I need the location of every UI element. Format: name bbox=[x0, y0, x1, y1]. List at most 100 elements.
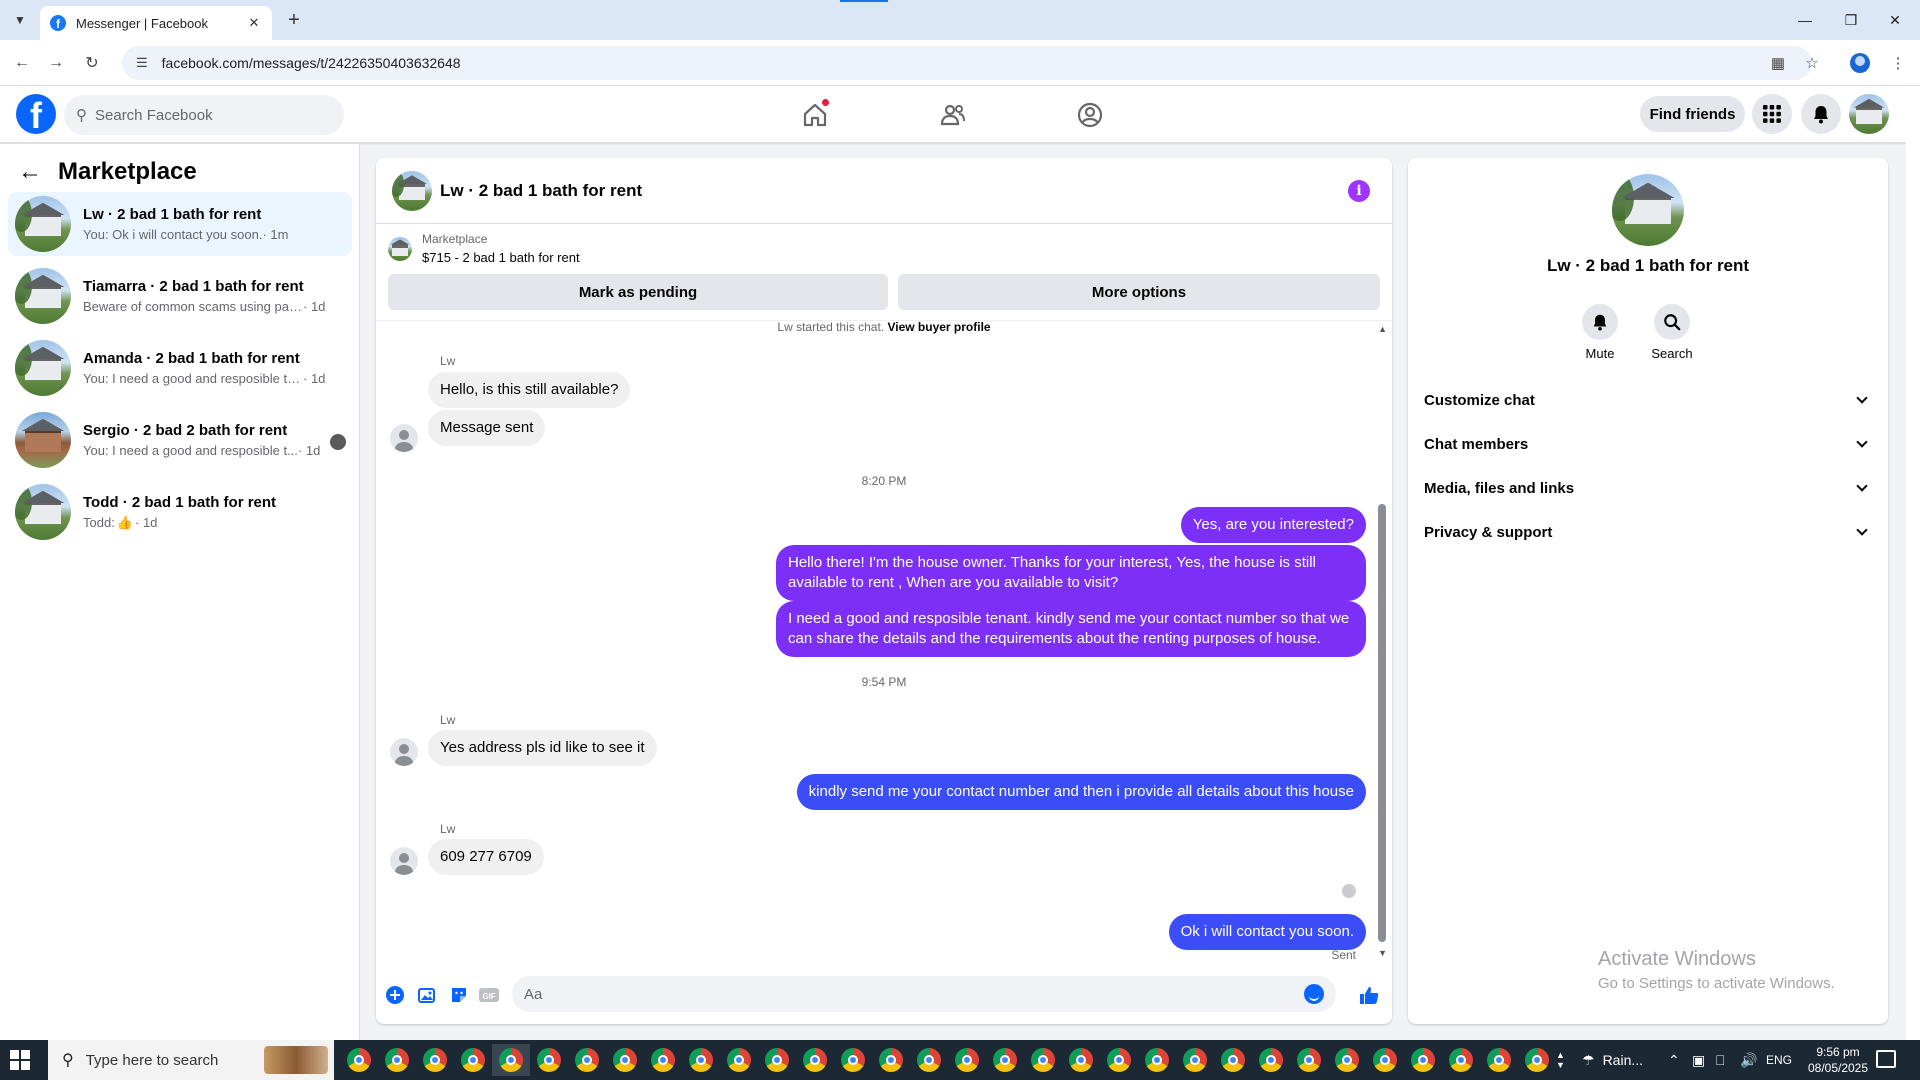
sender-avatar[interactable] bbox=[390, 847, 418, 875]
gif-icon[interactable]: GIF bbox=[478, 984, 500, 1006]
home-nav-icon[interactable] bbox=[798, 98, 832, 132]
chrome-taskbar-icon[interactable] bbox=[378, 1044, 416, 1076]
photo-icon[interactable] bbox=[416, 984, 438, 1006]
more-options-button[interactable]: More options bbox=[898, 274, 1380, 310]
browser-menu-icon[interactable]: ⋮ bbox=[1886, 51, 1910, 75]
tab-close-icon[interactable]: ✕ bbox=[246, 15, 262, 31]
friends-nav-icon[interactable] bbox=[936, 98, 970, 132]
profile-icon[interactable] bbox=[1848, 51, 1872, 75]
language-indicator[interactable]: ENG bbox=[1766, 1040, 1792, 1080]
chat-members-section[interactable]: Chat members bbox=[1424, 422, 1872, 466]
volume-icon[interactable]: 🔊 bbox=[1740, 1040, 1757, 1080]
info-icon[interactable]: i bbox=[1348, 180, 1370, 202]
conversation-item[interactable]: Tiamarra · 2 bad 1 bath for rent Beware … bbox=[8, 264, 352, 328]
chrome-taskbar-icon[interactable] bbox=[986, 1044, 1024, 1076]
chrome-taskbar-icon[interactable] bbox=[1062, 1044, 1100, 1076]
listing-thumbnail[interactable] bbox=[1612, 174, 1684, 246]
taskbar-search[interactable]: ⚲ Type here to search bbox=[48, 1040, 334, 1080]
scroll-down-arrow-icon[interactable]: ▼ bbox=[1378, 948, 1387, 958]
chrome-taskbar-icon[interactable] bbox=[1252, 1044, 1290, 1076]
scroll-up-arrow-icon[interactable]: ▲ bbox=[1378, 324, 1387, 334]
facebook-search[interactable]: ⚲ bbox=[64, 95, 344, 135]
windows-start-icon[interactable] bbox=[10, 1050, 30, 1070]
install-app-icon[interactable]: ▦ bbox=[1766, 51, 1790, 75]
conversation-item[interactable]: Todd · 2 bad 1 bath for rent Todd: 👍 · 1… bbox=[8, 480, 352, 544]
notifications-button[interactable] bbox=[1801, 94, 1841, 134]
sender-avatar[interactable] bbox=[390, 738, 418, 766]
chrome-taskbar-icon[interactable] bbox=[1480, 1044, 1518, 1076]
plus-icon[interactable] bbox=[384, 984, 406, 1006]
page-scrollbar[interactable] bbox=[1906, 86, 1920, 1040]
chrome-taskbar-icon[interactable] bbox=[1138, 1044, 1176, 1076]
thread-scrollbar[interactable] bbox=[1378, 504, 1386, 942]
account-avatar[interactable] bbox=[1849, 94, 1889, 134]
outgoing-message[interactable]: kindly send me your contact number and t… bbox=[796, 774, 1366, 810]
chrome-taskbar-icon[interactable] bbox=[1328, 1044, 1366, 1076]
chrome-taskbar-icon[interactable] bbox=[872, 1044, 910, 1076]
minimize-window-icon[interactable]: — bbox=[1790, 8, 1820, 32]
clock[interactable]: 9:56 pm 08/05/2025 bbox=[1802, 1044, 1874, 1076]
chrome-taskbar-icon[interactable] bbox=[416, 1044, 454, 1076]
chrome-taskbar-icon[interactable] bbox=[340, 1044, 378, 1076]
conversation-item[interactable]: Amanda · 2 bad 1 bath for rent You: I ne… bbox=[8, 336, 352, 400]
search-in-conversation-button[interactable]: Search bbox=[1642, 304, 1702, 361]
browser-tab[interactable]: f Messenger | Facebook ✕ bbox=[40, 6, 272, 40]
tab-search-icon[interactable]: ▼ bbox=[8, 9, 32, 31]
chrome-taskbar-icon[interactable] bbox=[1290, 1044, 1328, 1076]
meet-now-icon[interactable]: ▣ bbox=[1692, 1040, 1705, 1080]
site-info-icon[interactable]: ☰ bbox=[136, 55, 148, 71]
back-arrow-icon[interactable]: ← bbox=[18, 158, 42, 186]
chrome-taskbar-icon[interactable] bbox=[910, 1044, 948, 1076]
chrome-taskbar-icon[interactable] bbox=[948, 1044, 986, 1076]
sender-avatar[interactable] bbox=[390, 424, 418, 452]
chrome-taskbar-icon[interactable] bbox=[796, 1044, 834, 1076]
outgoing-message[interactable]: Yes, are you interested? bbox=[1180, 507, 1366, 543]
chrome-taskbar-icon[interactable] bbox=[568, 1044, 606, 1076]
facebook-logo[interactable]: f bbox=[16, 94, 56, 134]
sticker-icon[interactable] bbox=[448, 984, 470, 1006]
conversation-item[interactable]: Sergio · 2 bad 2 bath for rent You: I ne… bbox=[8, 408, 352, 472]
facebook-search-input[interactable] bbox=[95, 106, 315, 124]
chrome-taskbar-icon[interactable] bbox=[834, 1044, 872, 1076]
close-window-icon[interactable]: ✕ bbox=[1880, 8, 1910, 32]
tray-scroll-icon[interactable]: ▲ ▼ bbox=[1556, 1040, 1565, 1080]
mark-as-pending-button[interactable]: Mark as pending bbox=[388, 274, 888, 310]
view-buyer-profile-link[interactable]: View buyer profile bbox=[887, 320, 990, 334]
incoming-message[interactable]: Yes address pls id like to see it bbox=[428, 730, 657, 766]
message-input[interactable] bbox=[524, 985, 1284, 1003]
outgoing-message[interactable]: I need a good and resposible tenant. kin… bbox=[776, 601, 1366, 657]
chrome-taskbar-icon[interactable] bbox=[1404, 1044, 1442, 1076]
media-files-links-section[interactable]: Media, files and links bbox=[1424, 466, 1872, 510]
restore-window-icon[interactable]: ❐ bbox=[1836, 8, 1866, 32]
privacy-support-section[interactable]: Privacy & support bbox=[1424, 510, 1872, 554]
chrome-taskbar-icon[interactable] bbox=[606, 1044, 644, 1076]
groups-nav-icon[interactable] bbox=[1073, 98, 1107, 132]
forward-icon[interactable]: → bbox=[44, 51, 68, 75]
emoji-icon[interactable] bbox=[1304, 984, 1324, 1004]
chrome-taskbar-icon[interactable] bbox=[1442, 1044, 1480, 1076]
listing-summary[interactable]: Marketplace $715 - 2 bad 1 bath for rent bbox=[388, 232, 580, 265]
conversation-item[interactable]: Lw · 2 bad 1 bath for rent You: Ok i wil… bbox=[8, 192, 352, 256]
chat-thumbnail[interactable] bbox=[392, 170, 432, 211]
chrome-taskbar-icon[interactable] bbox=[1024, 1044, 1062, 1076]
chrome-taskbar-icon[interactable] bbox=[720, 1044, 758, 1076]
notification-center-icon[interactable] bbox=[1876, 1050, 1896, 1068]
reload-icon[interactable]: ↻ bbox=[80, 51, 104, 75]
back-icon[interactable]: ← bbox=[10, 51, 34, 75]
chrome-taskbar-icon[interactable] bbox=[1518, 1044, 1556, 1076]
show-hidden-icons[interactable]: ⌃ bbox=[1668, 1040, 1680, 1080]
chrome-taskbar-icon[interactable] bbox=[454, 1044, 492, 1076]
mute-button[interactable]: Mute bbox=[1570, 304, 1630, 361]
outgoing-message[interactable]: Hello there! I'm the house owner. Thanks… bbox=[776, 545, 1366, 601]
new-tab-button[interactable]: + bbox=[282, 8, 306, 32]
chrome-taskbar-icon[interactable] bbox=[492, 1044, 530, 1076]
chrome-taskbar-icon[interactable] bbox=[1100, 1044, 1138, 1076]
weather-widget[interactable]: ☂ Rain... bbox=[1582, 1040, 1643, 1080]
incoming-message[interactable]: Hello, is this still available? bbox=[428, 372, 631, 408]
chrome-taskbar-icon[interactable] bbox=[1366, 1044, 1404, 1076]
chrome-taskbar-icon[interactable] bbox=[644, 1044, 682, 1076]
customize-chat-section[interactable]: Customize chat bbox=[1424, 378, 1872, 422]
network-icon[interactable]: ⎕ bbox=[1716, 1040, 1724, 1080]
thumbs-up-send-icon[interactable] bbox=[1358, 984, 1380, 1006]
chrome-taskbar-icon[interactable] bbox=[530, 1044, 568, 1076]
